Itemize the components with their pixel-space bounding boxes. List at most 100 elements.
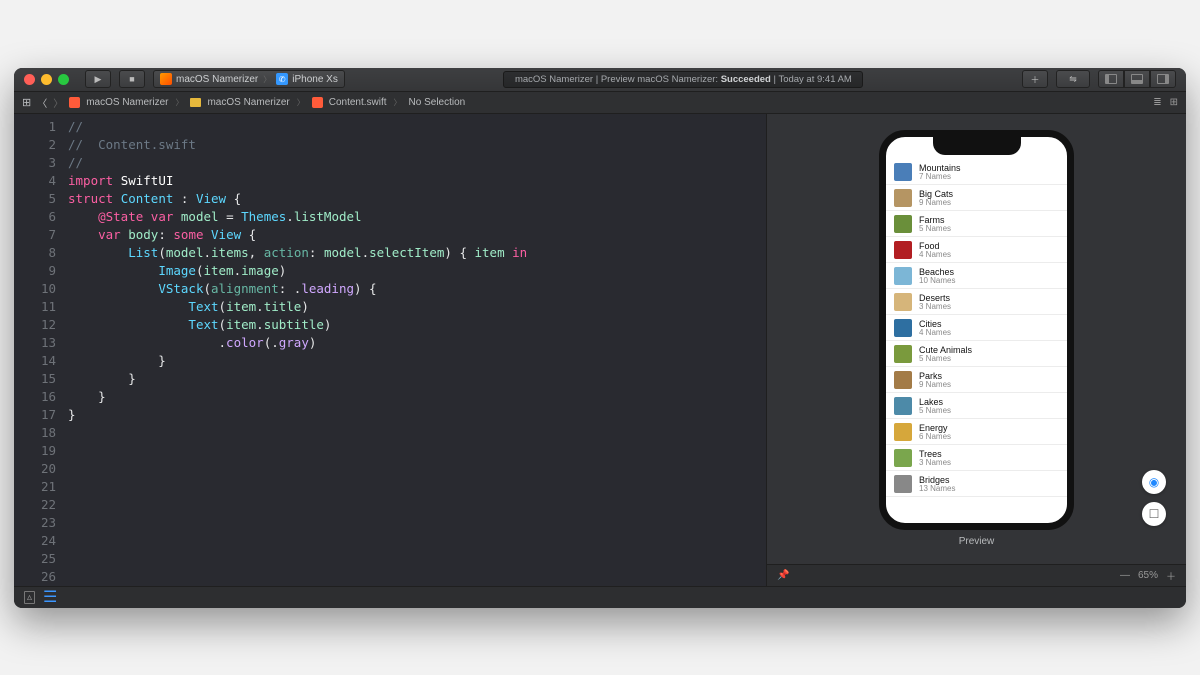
thumbnail-image [894, 241, 912, 259]
row-subtitle: 3 Names [919, 459, 951, 467]
filter-icon[interactable]: ☰ [43, 587, 57, 607]
list-item[interactable]: Cute Animals5 Names [886, 341, 1067, 367]
row-subtitle: 9 Names [919, 199, 953, 207]
toggle-debug-area-button[interactable] [1124, 70, 1150, 88]
row-title: Mountains [919, 163, 961, 173]
preview-on-device-button[interactable]: ☐ [1142, 502, 1166, 526]
debug-bar: ▵ ☰ [14, 586, 1186, 608]
scheme-device: iPhone Xs [292, 74, 338, 85]
thumbnail-image [894, 215, 912, 233]
row-title: Cute Animals [919, 345, 972, 355]
add-editor-icon[interactable]: ⊞ [1170, 97, 1178, 108]
toggle-bottom-pane-icon[interactable]: ▵ [24, 591, 35, 604]
jump-bar: ⊞ 〈 〉 macOS Namerizer 〉 macOS Namerizer … [14, 92, 1186, 114]
related-items-button[interactable]: ⊞ [22, 96, 31, 109]
row-title: Big Cats [919, 189, 953, 199]
swift-file-icon [69, 97, 80, 108]
zoom-level: 65% [1138, 570, 1158, 581]
row-title: Cities [919, 319, 951, 329]
row-subtitle: 3 Names [919, 303, 951, 311]
row-subtitle: 4 Names [919, 251, 951, 259]
thumbnail-image [894, 423, 912, 441]
breadcrumb-file[interactable]: Content.swift [329, 97, 387, 108]
thumbnail-image [894, 163, 912, 181]
list-item[interactable]: Energy6 Names [886, 419, 1067, 445]
row-subtitle: 5 Names [919, 407, 951, 415]
row-subtitle: 9 Names [919, 381, 951, 389]
preview-label: Preview [959, 536, 995, 547]
preview-list[interactable]: Mountains7 NamesBig Cats9 NamesFarms5 Na… [886, 159, 1067, 523]
thumbnail-image [894, 449, 912, 467]
list-item[interactable]: Mountains7 Names [886, 159, 1067, 185]
row-subtitle: 4 Names [919, 329, 951, 337]
app-icon [160, 73, 172, 85]
window-controls [24, 74, 69, 85]
zoom-button[interactable] [58, 74, 69, 85]
xcode-window: ▶ ■ macOS Namerizer 〉 ✆ iPhone Xs macOS … [14, 68, 1186, 608]
folder-icon [190, 98, 201, 107]
thumbnail-image [894, 189, 912, 207]
list-item[interactable]: Food4 Names [886, 237, 1067, 263]
zoom-in-button[interactable]: ＋ [1166, 568, 1176, 583]
list-item[interactable]: Bridges13 Names [886, 471, 1067, 497]
preview-canvas: Mountains7 NamesBig Cats9 NamesFarms5 Na… [766, 114, 1186, 586]
row-subtitle: 13 Names [919, 485, 955, 493]
list-item[interactable]: Cities4 Names [886, 315, 1067, 341]
list-item[interactable]: Beaches10 Names [886, 263, 1067, 289]
thumbnail-image [894, 371, 912, 389]
row-title: Bridges [919, 475, 955, 485]
row-subtitle: 7 Names [919, 173, 961, 181]
row-title: Beaches [919, 267, 955, 277]
thumbnail-image [894, 475, 912, 493]
add-button[interactable]: ＋ [1022, 70, 1048, 88]
list-item[interactable]: Big Cats9 Names [886, 185, 1067, 211]
device-frame[interactable]: Mountains7 NamesBig Cats9 NamesFarms5 Na… [879, 130, 1074, 530]
list-item[interactable]: Lakes5 Names [886, 393, 1067, 419]
activity-view: macOS Namerizer | Preview macOS Namerize… [353, 71, 1014, 88]
line-gutter: 1234567891011121314151617181920212223242… [14, 114, 64, 586]
close-button[interactable] [24, 74, 35, 85]
toggle-inspector-button[interactable] [1150, 70, 1176, 88]
row-subtitle: 5 Names [919, 355, 972, 363]
editor-options-icon[interactable]: ≣ [1153, 97, 1161, 108]
row-subtitle: 6 Names [919, 433, 951, 441]
stop-button[interactable]: ■ [119, 70, 145, 88]
back-button[interactable]: 〈 [37, 95, 47, 110]
row-title: Farms [919, 215, 951, 225]
thumbnail-image [894, 345, 912, 363]
device-notch [933, 137, 1021, 155]
thumbnail-image [894, 319, 912, 337]
row-title: Lakes [919, 397, 951, 407]
breadcrumb-folder[interactable]: macOS Namerizer [207, 97, 289, 108]
thumbnail-image [894, 397, 912, 415]
code-content[interactable]: //// Content.swift//import SwiftUIstruct… [64, 114, 527, 586]
preview-zoom-bar: 📌 — 65% ＋ [767, 564, 1186, 586]
version-editor-button[interactable]: ⇋ [1056, 70, 1090, 88]
list-item[interactable]: Farms5 Names [886, 211, 1067, 237]
toolbar: ▶ ■ macOS Namerizer 〉 ✆ iPhone Xs macOS … [14, 68, 1186, 92]
breadcrumb-project[interactable]: macOS Namerizer [86, 97, 168, 108]
row-title: Trees [919, 449, 951, 459]
toggle-navigator-button[interactable] [1098, 70, 1124, 88]
pin-preview-button[interactable]: 📌 [777, 570, 789, 581]
scheme-selector[interactable]: macOS Namerizer 〉 ✆ iPhone Xs [153, 70, 345, 88]
scheme-target: macOS Namerizer [176, 74, 258, 85]
list-item[interactable]: Parks9 Names [886, 367, 1067, 393]
row-title: Deserts [919, 293, 951, 303]
swift-file-icon [312, 97, 323, 108]
minimize-button[interactable] [41, 74, 52, 85]
breadcrumb-selection[interactable]: No Selection [409, 97, 466, 108]
source-editor[interactable]: 1234567891011121314151617181920212223242… [14, 114, 766, 586]
thumbnail-image [894, 293, 912, 311]
list-item[interactable]: Trees3 Names [886, 445, 1067, 471]
row-title: Energy [919, 423, 951, 433]
run-button[interactable]: ▶ [85, 70, 111, 88]
device-icon: ✆ [276, 73, 288, 85]
forward-button[interactable]: 〉 [53, 95, 63, 110]
row-title: Parks [919, 371, 951, 381]
zoom-out-button[interactable]: — [1120, 570, 1130, 581]
live-preview-button[interactable]: ◉ [1142, 470, 1166, 494]
list-item[interactable]: Deserts3 Names [886, 289, 1067, 315]
row-title: Food [919, 241, 951, 251]
editor-area: 1234567891011121314151617181920212223242… [14, 114, 1186, 586]
